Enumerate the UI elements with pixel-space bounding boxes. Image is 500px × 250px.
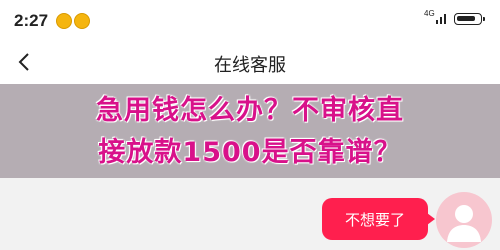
battery-icon bbox=[454, 13, 485, 25]
headline-banner: 急用钱怎么办？不审核直 接放款1500是否靠谱？ bbox=[0, 84, 500, 178]
signal-icon bbox=[436, 14, 446, 24]
user-avatar-icon[interactable] bbox=[436, 192, 492, 248]
battery-level bbox=[457, 16, 475, 21]
chat-header: 在线客服 bbox=[0, 40, 500, 84]
headline-line-2: 接放款1500是否靠谱？ bbox=[98, 137, 402, 168]
message-bubble[interactable]: 不想要了 bbox=[322, 198, 435, 240]
status-time: 2:27 bbox=[14, 11, 49, 30]
chat-area: 不想要了 bbox=[0, 178, 500, 250]
page-title: 在线客服 bbox=[214, 55, 286, 75]
network-type: 4G bbox=[424, 9, 435, 18]
app-notification-icon bbox=[56, 13, 72, 29]
status-bar: 2:27 4G bbox=[0, 0, 500, 40]
headline-line-1: 急用钱怎么办？不审核直 bbox=[96, 95, 404, 126]
app-notification-icon bbox=[74, 13, 90, 29]
